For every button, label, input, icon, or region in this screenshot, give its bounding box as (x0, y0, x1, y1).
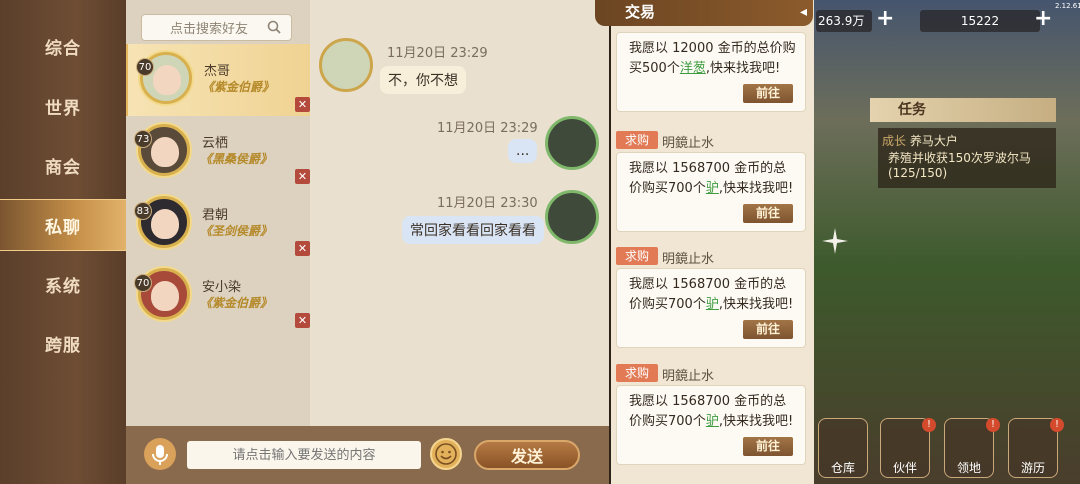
buy-tag: 求购 (616, 364, 658, 382)
level-badge: 70 (134, 274, 152, 292)
delete-contact-button[interactable]: ✕ (295, 169, 310, 184)
contact-item[interactable]: 70 杰哥 《紫金伯爵》 ✕ (126, 44, 310, 116)
message-bubble: ... (508, 139, 538, 163)
item-link[interactable]: 驴 (706, 297, 719, 312)
add-gold-button[interactable]: + (876, 6, 894, 31)
version-label: 2.12.61 (1055, 2, 1080, 10)
task-description: 养殖并收获150次罗波尔马(125/150) (888, 151, 1031, 180)
buy-tag: 求购 (616, 247, 658, 265)
contact-item[interactable]: 70 安小染 《紫金伯爵》 ✕ (126, 260, 310, 332)
level-badge: 70 (136, 58, 154, 76)
trade-listing: 我愿以 1568700 金币的总价购买700个驴,快来找我吧! 前往 (616, 268, 806, 348)
task-header[interactable]: 任务 (870, 98, 1056, 122)
go-to-button[interactable]: 前往 (743, 437, 793, 456)
contact-title: 《黑桑侯爵》 (200, 152, 273, 166)
nav-tab-guild[interactable]: 商会 (0, 139, 126, 191)
trade-listing: 我愿以 1568700 金币的总价购买700个驴,快来找我吧! 前往 (616, 385, 806, 465)
nav-tab-world[interactable]: 世界 (0, 80, 126, 132)
nav-tab-system[interactable]: 系统 (0, 258, 126, 310)
send-button[interactable]: 发送 (474, 440, 580, 470)
delete-contact-button[interactable]: ✕ (295, 241, 310, 256)
microphone-icon[interactable] (144, 438, 176, 470)
delete-contact-button[interactable]: ✕ (295, 97, 310, 112)
message-time: 11月20日 23:30 (437, 196, 538, 211)
seller-name[interactable]: 明鏡止水 (662, 132, 714, 151)
warehouse-button[interactable]: 仓库 (818, 418, 868, 478)
message-bubble: 常回家看看回家看看 (402, 216, 544, 244)
go-to-button[interactable]: 前往 (743, 204, 793, 223)
contact-name: 云栖 (202, 136, 229, 151)
contact-item[interactable]: 83 君朝 《圣剑侯爵》 ✕ (126, 188, 310, 260)
search-icon[interactable] (267, 20, 281, 34)
contact-name: 杰哥 (204, 64, 231, 79)
contact-title: 《圣剑侯爵》 (200, 224, 273, 238)
contact-title: 《紫金伯爵》 (202, 80, 275, 94)
listing-text: ,快来找我吧! (718, 414, 794, 429)
message-input[interactable] (187, 441, 421, 469)
message-time: 11月20日 23:29 (387, 46, 488, 61)
trade-title: 交易 (625, 3, 656, 21)
trade-panel-header: 交易 ◂ (595, 0, 813, 26)
contact-title: 《紫金伯爵》 (200, 296, 273, 310)
search-friend-input[interactable]: 点击搜索好友 (141, 14, 292, 41)
my-avatar[interactable] (545, 190, 599, 244)
item-link[interactable]: 驴 (706, 181, 719, 196)
sender-avatar[interactable] (319, 38, 373, 92)
nav-tab-cross-server[interactable]: 跨服 (0, 317, 126, 369)
go-to-button[interactable]: 前往 (743, 320, 793, 339)
level-badge: 83 (134, 202, 152, 220)
item-link[interactable]: 驴 (706, 414, 719, 429)
listing-text: ,快来找我吧! (718, 297, 794, 312)
sparkle-icon (822, 228, 848, 254)
contact-name: 安小染 (202, 280, 242, 295)
my-avatar[interactable] (545, 116, 599, 170)
buy-tag: 求购 (616, 131, 658, 149)
game-scene-background (814, 0, 1080, 484)
gold-counter: 263.9万 (816, 10, 872, 32)
add-gem-button[interactable]: + (1034, 6, 1052, 31)
nav-tab-general[interactable]: 综合 (0, 20, 126, 72)
contact-item[interactable]: 73 云栖 《黑桑侯爵》 ✕ (126, 116, 310, 188)
trade-listing: 我愿以 12000 金币的总价购买500个洋葱,快来找我吧! 前往 (616, 32, 806, 112)
message-bubble: 不，你不想 (380, 66, 466, 94)
search-placeholder: 点击搜索好友 (170, 22, 249, 37)
message-time: 11月20日 23:29 (437, 121, 538, 136)
task-title: 任务 (898, 102, 926, 118)
item-link[interactable]: 洋葱 (680, 61, 706, 76)
delete-contact-button[interactable]: ✕ (295, 313, 310, 328)
notification-badge: ! (922, 418, 936, 432)
trade-listing: 我愿以 1568700 金币的总价购买700个驴,快来找我吧! 前往 (616, 152, 806, 232)
task-box[interactable]: 成长 养马大户 养殖并收获150次罗波尔马(125/150) (878, 128, 1056, 188)
seller-name[interactable]: 明鏡止水 (662, 365, 714, 384)
gem-counter: 15222 (920, 10, 1040, 32)
listing-text: ,快来找我吧! (705, 61, 781, 76)
seller-name[interactable]: 明鏡止水 (662, 248, 714, 267)
listing-text: ,快来找我吧! (718, 181, 794, 196)
contact-name: 君朝 (202, 208, 229, 223)
go-to-button[interactable]: 前往 (743, 84, 793, 103)
task-category: 成长 (882, 134, 907, 148)
task-name: 养马大户 (909, 134, 958, 148)
level-badge: 73 (134, 130, 152, 148)
nav-tab-private-chat[interactable]: 私聊 (0, 199, 126, 251)
emoji-icon[interactable] (430, 438, 462, 470)
notification-badge: ! (1050, 418, 1064, 432)
collapse-arrow-icon[interactable]: ◂ (800, 0, 807, 24)
notification-badge: ! (986, 418, 1000, 432)
